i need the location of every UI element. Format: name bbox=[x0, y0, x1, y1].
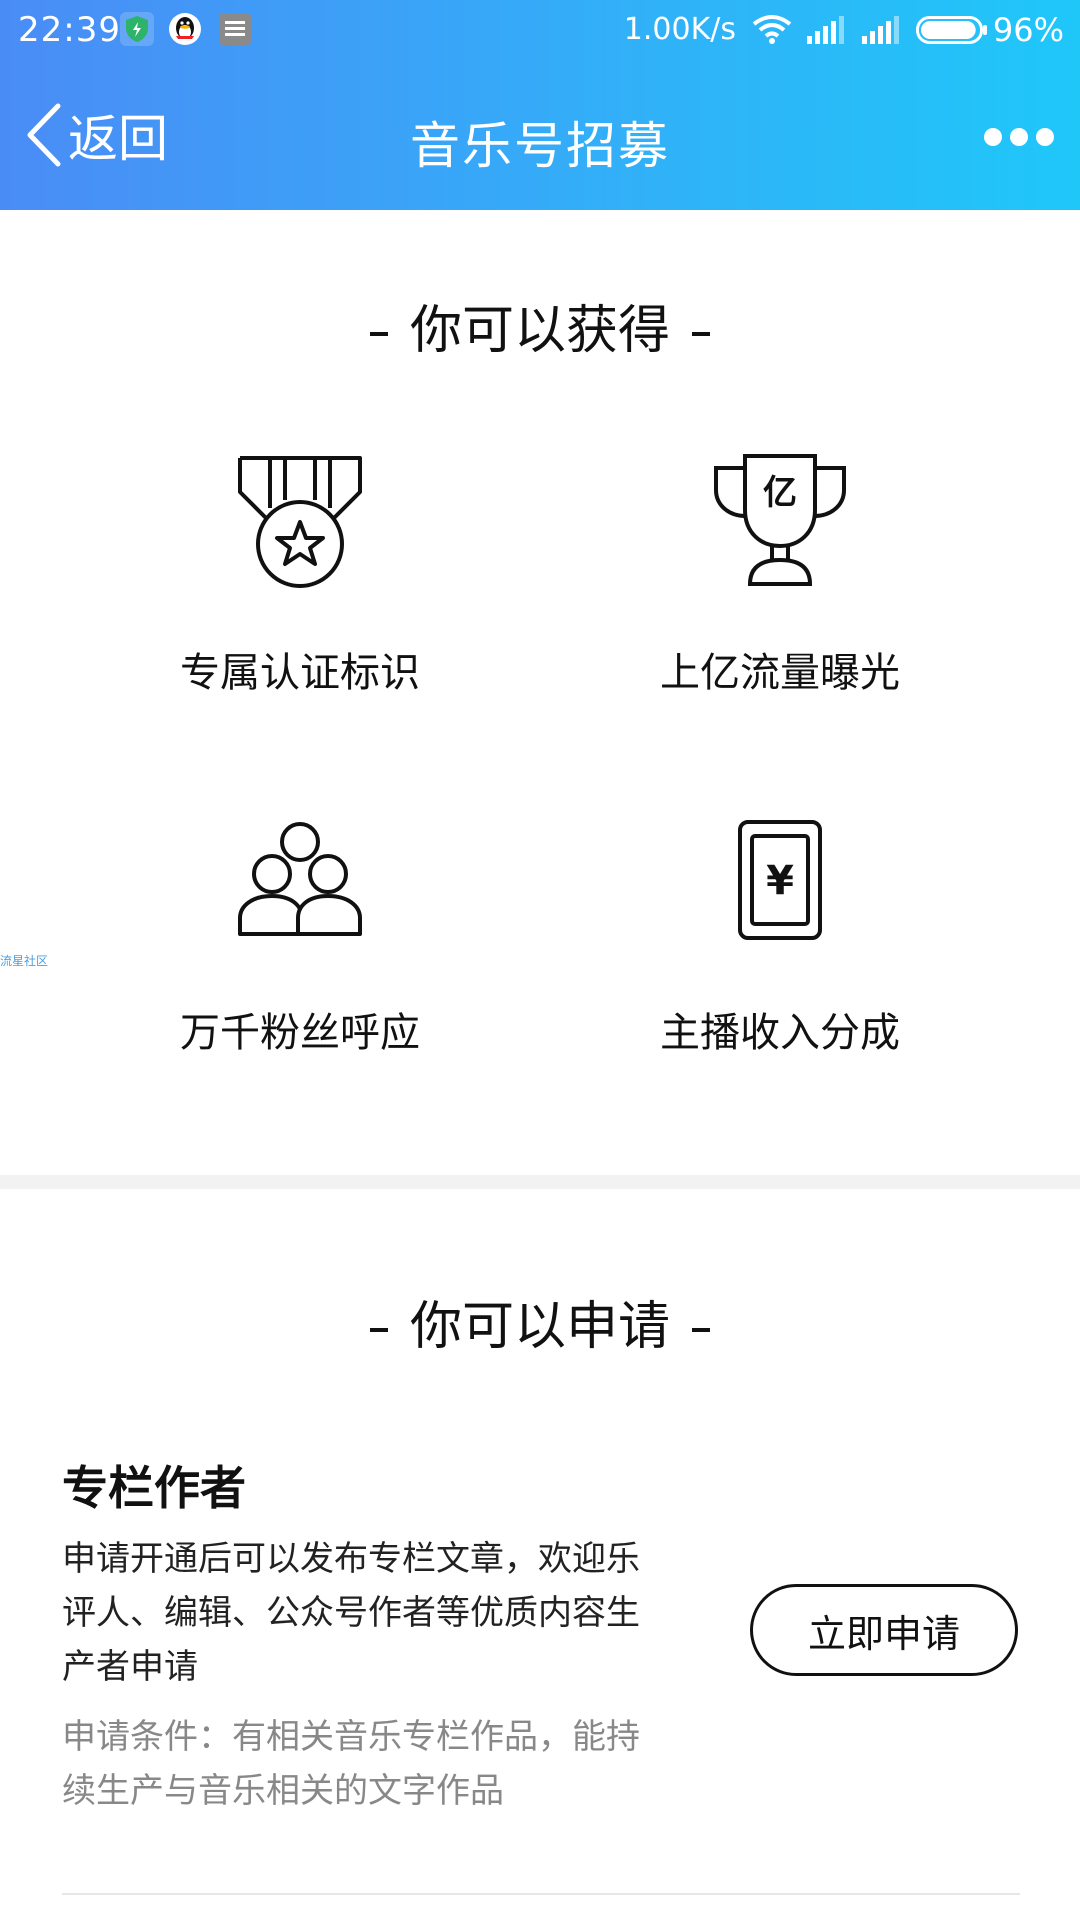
medal-icon bbox=[238, 456, 362, 588]
apply-item-description: 申请开通后可以发布专栏文章，欢迎乐评人、编辑、公众号作者等优质内容生产者申请 bbox=[62, 1539, 640, 1687]
benefit-fans: 万千粉丝呼应 bbox=[30, 810, 570, 1058]
wifi-icon bbox=[752, 15, 792, 44]
apply-heading: 你可以申请 bbox=[0, 1284, 1080, 1359]
app-icon bbox=[219, 13, 251, 45]
status-bar: 22:39 1.00K/s 96% bbox=[0, 0, 1080, 60]
heading-dash bbox=[692, 1328, 710, 1332]
more-dots-icon bbox=[984, 128, 1002, 146]
benefit-label: 上亿流量曝光 bbox=[660, 650, 900, 696]
status-time: 22:39 bbox=[18, 10, 121, 50]
fans-icon bbox=[238, 822, 362, 936]
battery-icon bbox=[916, 16, 987, 44]
item-divider bbox=[62, 1893, 1020, 1895]
benefits-heading-text: 你可以获得 bbox=[409, 301, 670, 361]
apply-item-conditions: 申请条件：有相关音乐专栏作品，能持续生产与音乐相关的文字作品 bbox=[62, 1717, 640, 1811]
benefit-label: 主播收入分成 bbox=[660, 1010, 900, 1056]
money-card-icon: ¥ bbox=[738, 820, 822, 940]
heading-dash bbox=[369, 332, 388, 336]
apply-heading-text: 你可以申请 bbox=[409, 1297, 670, 1357]
battery-percent: 96% bbox=[992, 11, 1064, 49]
trophy-icon: 亿 bbox=[714, 454, 846, 586]
trophy-text: 亿 bbox=[763, 473, 797, 513]
benefit-revenue: ¥ 主播收入分成 bbox=[510, 810, 1050, 1058]
shield-icon bbox=[120, 12, 154, 46]
benefit-exposure: 亿 上亿流量曝光 bbox=[510, 450, 1050, 698]
signal-icon bbox=[862, 16, 899, 44]
benefit-label: 万千粉丝呼应 bbox=[180, 1010, 420, 1056]
apply-item-title: 专栏作者 bbox=[62, 1461, 246, 1515]
nav-bar: 返回 音乐号招募 bbox=[0, 60, 1080, 210]
watermark: 流星社区 bbox=[0, 954, 49, 968]
section-divider bbox=[0, 1175, 1080, 1189]
benefit-certification: 专属认证标识 bbox=[30, 450, 570, 698]
heading-dash bbox=[369, 1328, 388, 1332]
more-dots-icon bbox=[1010, 128, 1028, 146]
benefits-heading: 你可以获得 bbox=[0, 288, 1080, 363]
benefit-label: 专属认证标识 bbox=[180, 650, 420, 696]
app-header: 22:39 1.00K/s 96% 返回 音乐号招募 bbox=[0, 0, 1080, 210]
net-speed: 1.00K/s bbox=[623, 12, 736, 47]
apply-now-button[interactable]: 立即申请 bbox=[750, 1584, 1018, 1676]
heading-dash bbox=[692, 332, 710, 336]
more-dots-icon bbox=[1036, 128, 1054, 146]
page-title: 音乐号招募 bbox=[410, 117, 670, 175]
qq-icon bbox=[169, 13, 201, 45]
card-text: ¥ bbox=[766, 858, 794, 904]
more-button[interactable] bbox=[984, 122, 1054, 152]
signal-icon bbox=[807, 16, 844, 44]
